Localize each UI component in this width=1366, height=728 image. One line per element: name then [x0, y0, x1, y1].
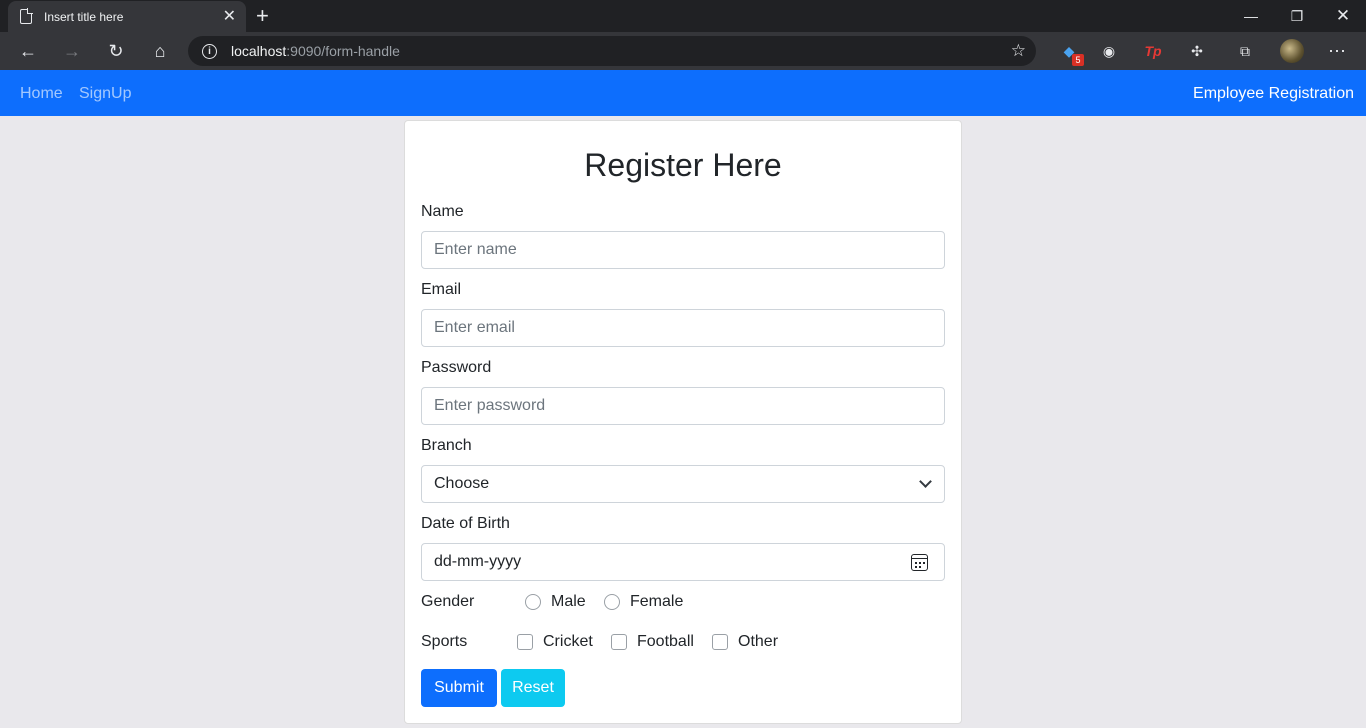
- extension-badge: 5: [1072, 54, 1084, 66]
- sports-cricket-label: Cricket: [543, 633, 593, 650]
- sports-football-label: Football: [637, 633, 694, 650]
- puzzle-icon[interactable]: ✣: [1186, 40, 1208, 62]
- gender-female-label: Female: [630, 593, 684, 610]
- owl-extension-icon[interactable]: ◉: [1098, 40, 1120, 62]
- browser-tab[interactable]: Insert title here ✕: [8, 1, 246, 32]
- checkbox-football[interactable]: [611, 634, 627, 650]
- name-label: Name: [421, 203, 464, 220]
- url-host: localhost: [231, 43, 287, 59]
- dob-input[interactable]: dd-mm-yyyy: [421, 543, 945, 581]
- sports-label: Sports: [421, 633, 468, 650]
- submit-button[interactable]: Submit: [421, 669, 497, 707]
- dob-label: Date of Birth: [421, 515, 510, 532]
- branch-selected-value: Choose: [434, 475, 490, 492]
- nav-home-link[interactable]: Home: [20, 85, 63, 103]
- navbar-brand[interactable]: Employee Registration: [1193, 85, 1354, 103]
- sports-option-other[interactable]: Other: [712, 633, 778, 651]
- more-icon[interactable]: ⋯: [1326, 40, 1348, 62]
- sports-option-cricket[interactable]: Cricket: [517, 633, 593, 651]
- sports-option-football[interactable]: Football: [611, 633, 694, 651]
- close-tab-icon[interactable]: ✕: [223, 8, 236, 25]
- browser-toolbar: ← → ↻ ⌂ i localhost:9090/form-handle ☆ ◆…: [0, 32, 1366, 70]
- chevron-down-icon: [919, 475, 932, 488]
- address-bar[interactable]: i localhost:9090/form-handle ☆: [188, 36, 1036, 66]
- extension-icon[interactable]: ◆ 5: [1058, 40, 1084, 66]
- home-icon[interactable]: ⌂: [146, 38, 174, 64]
- add-favorite-icon[interactable]: ☆: [1011, 41, 1026, 61]
- password-input[interactable]: Enter password: [421, 387, 945, 425]
- reload-icon[interactable]: ↻: [102, 38, 130, 64]
- email-label: Email: [421, 281, 462, 298]
- url-path: :9090/form-handle: [286, 43, 400, 59]
- back-icon[interactable]: ←: [14, 38, 42, 64]
- tp-extension-icon[interactable]: Tp: [1142, 40, 1164, 62]
- branch-select[interactable]: Choose: [421, 465, 945, 503]
- form-title: Register Here: [584, 147, 782, 183]
- document-icon: [20, 8, 33, 24]
- close-window-icon[interactable]: ✕: [1320, 0, 1366, 32]
- gender-label: Gender: [421, 593, 475, 610]
- name-input[interactable]: Enter name: [421, 231, 945, 269]
- password-placeholder: Enter password: [434, 397, 546, 414]
- collections-icon[interactable]: ⧉: [1234, 40, 1256, 62]
- name-placeholder: Enter name: [434, 241, 517, 258]
- checkbox-other[interactable]: [712, 634, 728, 650]
- gender-option-female[interactable]: Female: [604, 593, 683, 611]
- new-tab-button[interactable]: +: [256, 5, 269, 27]
- info-icon[interactable]: i: [202, 43, 217, 59]
- forward-icon[interactable]: →: [58, 38, 86, 64]
- calendar-icon[interactable]: [911, 554, 928, 571]
- registration-card: Register Here Name Enter name Email Ente…: [404, 120, 962, 724]
- radio-male[interactable]: [525, 594, 541, 610]
- radio-female[interactable]: [604, 594, 620, 610]
- minimize-icon[interactable]: —: [1228, 0, 1274, 32]
- gender-male-label: Male: [551, 593, 586, 610]
- dob-placeholder: dd-mm-yyyy: [434, 553, 522, 570]
- email-input[interactable]: Enter email: [421, 309, 945, 347]
- email-placeholder: Enter email: [434, 319, 515, 336]
- sports-other-label: Other: [738, 633, 779, 650]
- restore-icon[interactable]: ❐: [1274, 0, 1320, 32]
- profile-avatar[interactable]: [1280, 39, 1304, 63]
- tab-title: Insert title here: [44, 9, 124, 24]
- password-label: Password: [421, 359, 492, 376]
- nav-signup-link[interactable]: SignUp: [79, 85, 131, 103]
- gender-option-male[interactable]: Male: [525, 593, 586, 611]
- branch-label: Branch: [421, 437, 472, 454]
- browser-titlebar: Insert title here ✕ + — ❐ ✕: [0, 0, 1366, 32]
- checkbox-cricket[interactable]: [517, 634, 533, 650]
- app-navbar: Home SignUp Employee Registration: [0, 70, 1366, 116]
- reset-button[interactable]: Reset: [501, 669, 565, 707]
